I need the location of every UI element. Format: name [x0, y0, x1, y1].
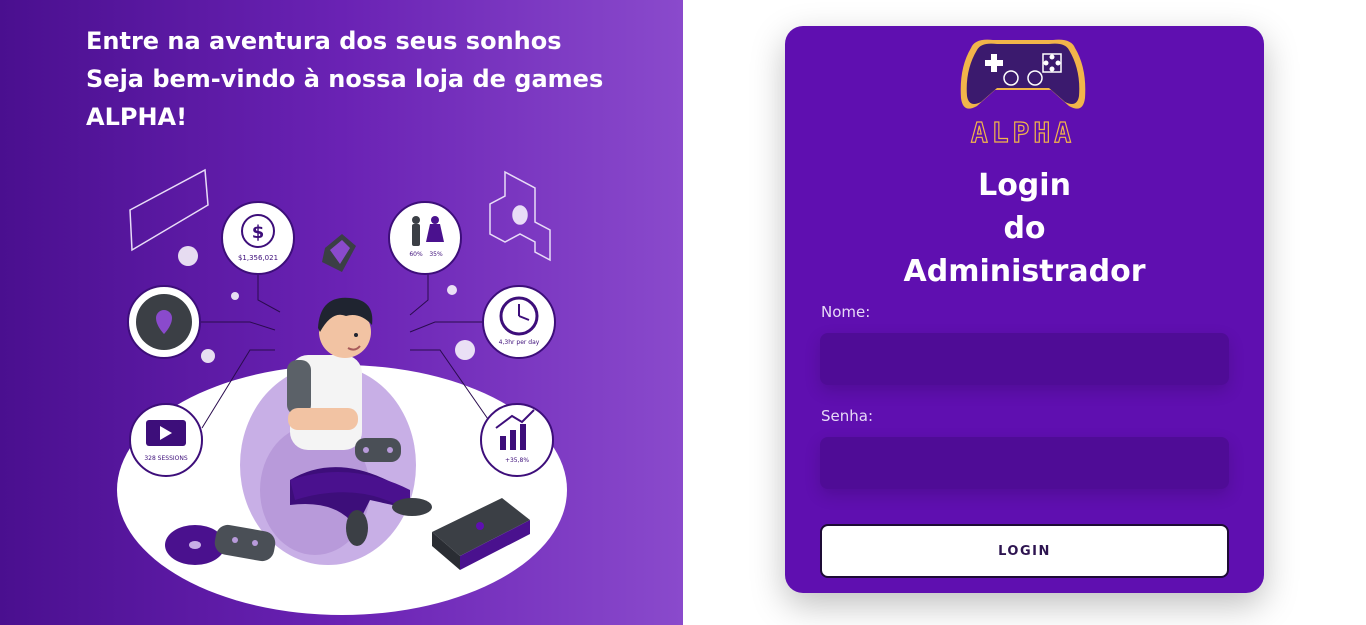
- svg-text:$: $: [252, 222, 265, 243]
- password-input[interactable]: [820, 437, 1229, 489]
- login-title-line-1: Login: [978, 168, 1071, 203]
- devil-icon: [201, 349, 215, 363]
- cherry-icon: [447, 285, 457, 295]
- login-title-line-2: do: [1003, 211, 1046, 246]
- welcome-heading: Entre na aventura dos seus sonhos Seja b…: [86, 22, 646, 136]
- name-label: Nome:: [821, 303, 871, 321]
- hero-panel: Entre na aventura dos seus sonhos Seja b…: [0, 0, 683, 625]
- male-pct-label: 60%: [409, 251, 423, 258]
- cherry-icon: [231, 292, 239, 300]
- growth-chart-icon: +35,8%: [480, 403, 554, 477]
- gamer-illustration: $ $1,356,021 328 SESSIONS 60% 35% 4,3hr …: [117, 168, 567, 615]
- login-card: ALPHA Login do Administrador Nome: Senha…: [785, 26, 1264, 593]
- time-label: 4,3hr per day: [499, 339, 540, 346]
- sessions-label: 328 SESSIONS: [144, 455, 188, 462]
- devil-icon: [455, 340, 475, 360]
- login-title: Login do Administrador: [785, 164, 1264, 293]
- gamepad-logo-icon: [960, 39, 1086, 109]
- location-pin-icon: [127, 285, 201, 359]
- welcome-line-2: Seja bem-vindo à nossa loja de games: [86, 65, 604, 93]
- welcome-line-3: ALPHA!: [86, 103, 188, 131]
- devil-icon: [178, 246, 198, 266]
- revenue-label: $1,356,021: [238, 254, 278, 262]
- login-button[interactable]: LOGIN: [820, 524, 1229, 578]
- clock-icon: 4,3hr per day: [482, 285, 556, 359]
- name-input[interactable]: [820, 333, 1229, 385]
- password-label: Senha:: [821, 407, 874, 425]
- dpad-icon: [489, 170, 551, 262]
- growth-label: +35,8%: [505, 457, 529, 464]
- dollar-icon: $ $1,356,021: [221, 201, 295, 275]
- gender-icon: 60% 35%: [388, 201, 462, 275]
- welcome-line-1: Entre na aventura dos seus sonhos: [86, 27, 562, 55]
- heart-icon: [129, 168, 209, 252]
- logo: ALPHA: [953, 34, 1093, 150]
- female-pct-label: 35%: [429, 251, 443, 258]
- play-icon: 328 SESSIONS: [129, 403, 203, 477]
- logo-text: ALPHA: [970, 115, 1076, 149]
- login-title-line-3: Administrador: [903, 254, 1146, 289]
